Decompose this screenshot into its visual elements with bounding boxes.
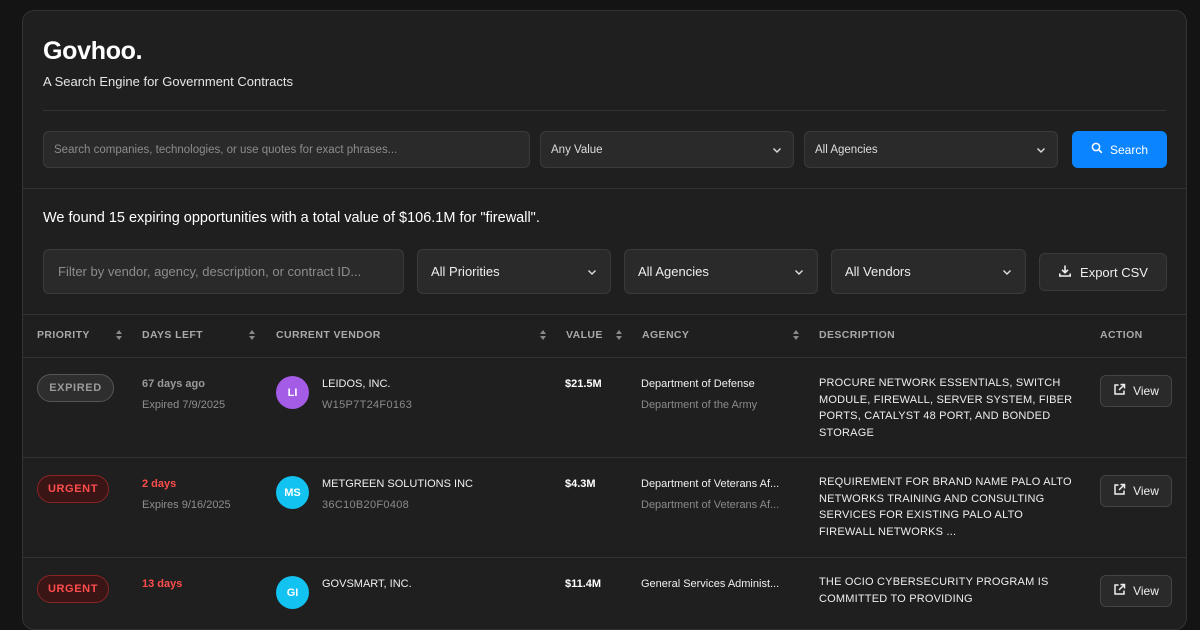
sort-icon[interactable] <box>115 329 123 341</box>
agency-name: Department of Veterans Af... <box>641 478 780 490</box>
value-select-label: Any Value <box>551 143 603 156</box>
column-header-agency[interactable]: AGENCY <box>642 329 689 341</box>
contract-value: $21.5M <box>565 378 602 390</box>
chevron-down-icon <box>1001 266 1013 278</box>
column-header-vendor[interactable]: CURRENT VENDOR <box>276 329 381 341</box>
priority-filter-select[interactable]: All Priorities <box>417 249 611 294</box>
agency-select[interactable]: All Agencies <box>804 131 1058 168</box>
external-link-icon <box>1113 383 1126 399</box>
priority-badge: URGENT <box>37 475 109 503</box>
brand-tagline: A Search Engine for Government Contracts <box>43 74 294 89</box>
search-input[interactable]: Search companies, technologies, or use q… <box>43 131 530 168</box>
table-row: URGENT 2 days Expires 9/16/2025 MS METGR… <box>23 458 1186 558</box>
expiry-date: Expired 7/9/2025 <box>142 399 226 411</box>
priority-filter-label: All Priorities <box>431 264 500 279</box>
expiry-date: Expires 9/16/2025 <box>142 499 231 511</box>
sort-icon[interactable] <box>792 329 800 341</box>
search-button[interactable]: Search <box>1072 131 1167 168</box>
search-icon <box>1091 142 1103 157</box>
view-button[interactable]: View <box>1100 575 1172 607</box>
view-button-label: View <box>1133 384 1159 398</box>
contract-description: PROCURE NETWORK ESSENTIALS, SWITCH MODUL… <box>819 377 1073 440</box>
view-button-label: View <box>1133 484 1159 498</box>
chevron-down-icon <box>1035 144 1047 156</box>
contract-description: REQUIREMENT FOR BRAND NAME PALO ALTO NET… <box>819 476 1072 539</box>
divider <box>43 110 1166 111</box>
filter-placeholder: Filter by vendor, agency, description, o… <box>58 264 362 279</box>
brand-logo[interactable]: Govhoo. <box>43 37 143 66</box>
main-card: Govhoo. A Search Engine for Government C… <box>22 10 1187 630</box>
agency-select-label: All Agencies <box>815 143 878 156</box>
days-left: 2 days <box>142 478 177 490</box>
contract-value: $11.4M <box>565 578 602 590</box>
vendor-filter-select[interactable]: All Vendors <box>831 249 1026 294</box>
vendor-name: GOVSMART, INC. <box>322 578 412 590</box>
divider <box>23 188 1186 189</box>
agency-filter-label: All Agencies <box>638 264 709 279</box>
chevron-down-icon <box>586 266 598 278</box>
contract-description: THE OCIO CYBERSECURITY PROGRAM IS COMMIT… <box>819 576 1049 605</box>
external-link-icon <box>1113 483 1126 499</box>
column-header-value[interactable]: VALUE <box>566 329 603 341</box>
vendor-avatar: GI <box>276 576 309 609</box>
contract-value: $4.3M <box>565 478 596 490</box>
view-button-label: View <box>1133 584 1159 598</box>
table-row: EXPIRED 67 days ago Expired 7/9/2025 LI … <box>23 358 1186 458</box>
priority-badge: EXPIRED <box>37 374 114 402</box>
sort-icon[interactable] <box>539 329 547 341</box>
agency-filter-select[interactable]: All Agencies <box>624 249 818 294</box>
download-icon <box>1058 264 1072 281</box>
vendor-name: LEIDOS, INC. <box>322 378 391 390</box>
export-csv-button[interactable]: Export CSV <box>1039 253 1167 291</box>
sub-agency-name: Department of Veterans Af... <box>641 499 780 511</box>
view-button[interactable]: View <box>1100 375 1172 407</box>
chevron-down-icon <box>793 266 805 278</box>
priority-badge: URGENT <box>37 575 109 603</box>
contract-id: 36C10B20F0408 <box>322 499 410 511</box>
agency-name: General Services Administ... <box>641 578 780 590</box>
export-csv-label: Export CSV <box>1080 264 1148 280</box>
search-placeholder: Search companies, technologies, or use q… <box>54 143 398 156</box>
filter-input[interactable]: Filter by vendor, agency, description, o… <box>43 249 404 294</box>
vendor-avatar: LI <box>276 376 309 409</box>
sub-agency-name: Department of the Army <box>641 399 758 411</box>
contract-id: W15P7T24F0163 <box>322 399 413 411</box>
column-header-days-left[interactable]: DAYS LEFT <box>142 329 203 341</box>
sort-icon[interactable] <box>248 329 256 341</box>
days-left: 13 days <box>142 578 183 590</box>
column-header-description: DESCRIPTION <box>819 329 896 341</box>
value-select[interactable]: Any Value <box>540 131 794 168</box>
vendor-avatar: MS <box>276 476 309 509</box>
results-summary: We found 15 expiring opportunities with … <box>43 210 540 226</box>
vendor-filter-label: All Vendors <box>845 264 911 279</box>
agency-name: Department of Defense <box>641 378 755 390</box>
column-header-priority[interactable]: PRIORITY <box>37 329 90 341</box>
table-row: URGENT 13 days GI GOVSMART, INC. $11.4M … <box>23 558 1186 629</box>
column-header-action: ACTION <box>1100 329 1143 341</box>
sort-icon[interactable] <box>615 329 623 341</box>
external-link-icon <box>1113 583 1126 599</box>
divider <box>23 314 1186 315</box>
vendor-name: METGREEN SOLUTIONS INC <box>322 478 473 490</box>
view-button[interactable]: View <box>1100 475 1172 507</box>
days-left: 67 days ago <box>142 378 205 390</box>
chevron-down-icon <box>771 144 783 156</box>
search-button-label: Search <box>1109 142 1149 157</box>
